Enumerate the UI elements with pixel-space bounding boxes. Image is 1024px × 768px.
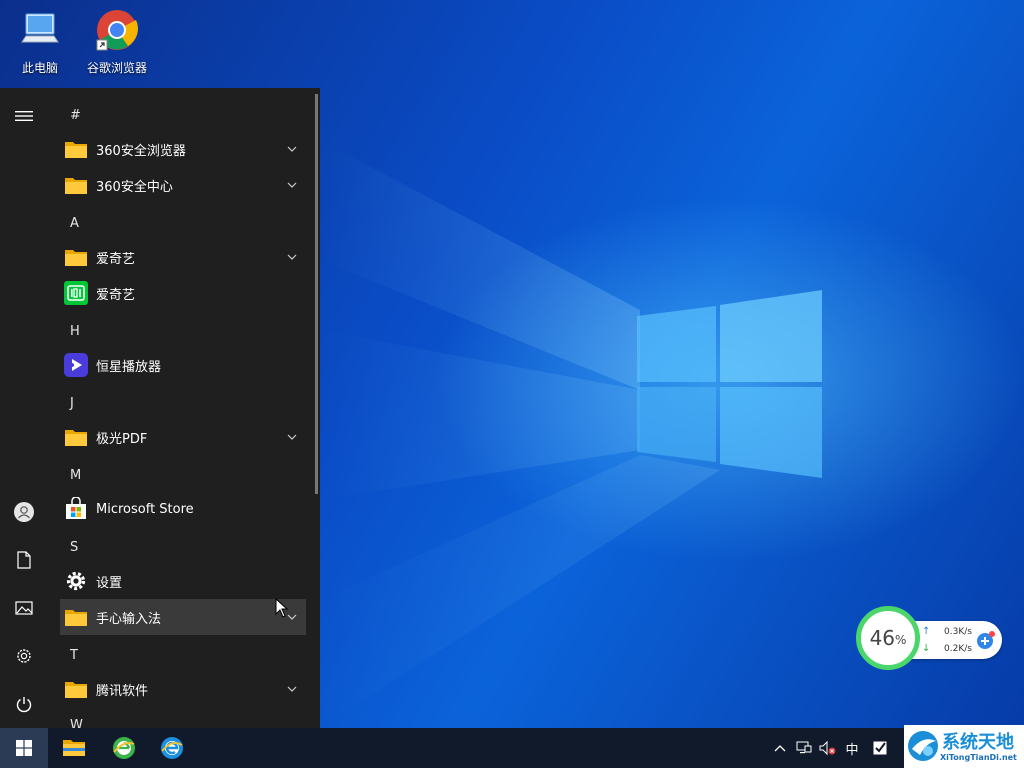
tray-volume[interactable] [818, 728, 838, 768]
app-item-label: 设置 [96, 575, 123, 591]
section-letter[interactable]: # [70, 108, 81, 123]
tray-action-center[interactable] [870, 728, 890, 768]
menu-icon[interactable] [12, 104, 36, 128]
app-item-label: 手心输入法 [96, 611, 162, 627]
chevron-down-icon [287, 182, 297, 188]
section-letter[interactable]: T [70, 648, 78, 663]
start-button[interactable] [0, 728, 48, 768]
watermark-logo: 系统天地 XiTongTianDi.net [904, 725, 1024, 768]
desktop-icon-label: 此电脑 [21, 61, 58, 75]
watermark-title: 系统天地 [942, 732, 1014, 753]
xitongtiandi-logo-icon [908, 731, 938, 761]
watermark-url: XiTongTianDi.net [940, 753, 1017, 762]
checkbox-icon [873, 741, 887, 755]
chevron-down-icon [287, 146, 297, 152]
desktop-icon-chrome[interactable]: 谷歌浏览器 [85, 8, 149, 76]
app-item-label: 腾讯软件 [96, 683, 149, 699]
taskbar-file-explorer[interactable] [50, 728, 98, 768]
chevron-down-icon [287, 686, 297, 692]
folder-icon [65, 250, 87, 266]
iqiyi-icon [64, 281, 88, 305]
app-item-shouxin-ime-folder[interactable]: 手心输入法 [60, 599, 306, 635]
app-item-label: 爱奇艺 [96, 287, 136, 303]
file-explorer-icon [63, 740, 85, 756]
app-item-iqiyi-folder[interactable]: 爱奇艺 [60, 239, 306, 275]
settings-icon[interactable] [12, 644, 36, 668]
media-player-icon [64, 353, 88, 377]
app-list-scrollbar[interactable] [315, 94, 318, 494]
memory-usage-ring[interactable]: 46% [856, 606, 920, 670]
taskbar-browser-green[interactable] [100, 728, 148, 768]
app-item-jiguang-pdf-folder[interactable]: 极光PDF [60, 419, 306, 455]
taskbar-edge[interactable] [148, 728, 196, 768]
download-arrow-icon: ↓ [922, 643, 931, 654]
tray-network[interactable] [794, 728, 814, 768]
volume-muted-icon [819, 741, 836, 755]
windows-logo-glow [637, 290, 822, 478]
folder-icon [65, 430, 87, 446]
start-menu-rail [0, 88, 48, 728]
folder-icon [65, 610, 87, 626]
network-speed-widget[interactable]: 46% ↑ 0.3K/s ↓ 0.2K/s [856, 606, 1006, 672]
taskbar: 中 [0, 728, 1024, 768]
app-item-360-browser-folder[interactable]: 360安全浏览器 [60, 131, 306, 167]
upload-speed: 0.3K/s [944, 627, 972, 637]
app-item-label: 360安全浏览器 [96, 143, 186, 159]
add-circle-icon[interactable] [976, 630, 996, 650]
percent-sign: % [895, 633, 907, 647]
app-item-label: 360安全中心 [96, 179, 173, 195]
chevron-down-icon [287, 254, 297, 260]
start-menu: # 360安全浏览器 360安全中心 A 爱奇艺 爱奇艺 H 恒星播放器 J 极… [0, 88, 320, 728]
download-speed: 0.2K/s [944, 644, 972, 654]
store-icon [66, 497, 86, 519]
documents-icon[interactable] [12, 548, 36, 572]
upload-arrow-icon: ↑ [922, 626, 931, 637]
section-letter[interactable]: W [70, 718, 83, 728]
app-item-settings[interactable]: 设置 [60, 563, 306, 599]
app-item-tencent-software-folder[interactable]: 腾讯软件 [60, 671, 306, 707]
folder-icon [65, 142, 87, 158]
tray-ime[interactable]: 中 [842, 728, 862, 768]
app-item-microsoft-store[interactable]: Microsoft Store [60, 491, 306, 527]
app-item-label: 极光PDF [96, 431, 148, 447]
desktop-icon-label: 谷歌浏览器 [86, 61, 147, 75]
folder-icon [65, 682, 87, 698]
app-item-label: Microsoft Store [96, 501, 194, 517]
start-icon [16, 740, 32, 756]
section-letter[interactable]: S [70, 540, 78, 555]
section-letter[interactable]: A [70, 216, 79, 231]
folder-icon [65, 178, 87, 194]
computer-icon [21, 13, 59, 43]
user-icon[interactable] [12, 500, 36, 524]
chrome-icon [96, 10, 138, 51]
gear-icon [66, 571, 86, 591]
tray-overflow-button[interactable] [770, 728, 790, 768]
pictures-icon[interactable] [12, 596, 36, 620]
network-icon [796, 741, 812, 754]
chevron-up-icon [774, 745, 786, 752]
app-item-360-security-folder[interactable]: 360安全中心 [60, 167, 306, 203]
section-letter[interactable]: H [70, 324, 80, 339]
section-letter[interactable]: M [70, 468, 81, 483]
app-list: # 360安全浏览器 360安全中心 A 爱奇艺 爱奇艺 H 恒星播放器 J 极… [60, 88, 306, 728]
edge-icon [161, 737, 183, 759]
app-item-label: 爱奇艺 [96, 251, 136, 267]
app-item-iqiyi[interactable]: 爱奇艺 [60, 275, 306, 311]
memory-usage-percent: 46 [869, 626, 896, 650]
desktop-icon-this-pc[interactable]: 此电脑 [8, 8, 72, 76]
mouse-cursor-icon [275, 598, 289, 618]
chevron-down-icon [287, 434, 297, 440]
section-letter[interactable]: J [70, 396, 74, 411]
app-item-label: 恒星播放器 [96, 359, 162, 375]
power-icon[interactable] [12, 692, 36, 716]
app-item-hengxing-player[interactable]: 恒星播放器 [60, 347, 306, 383]
browser-green-icon [113, 737, 135, 759]
